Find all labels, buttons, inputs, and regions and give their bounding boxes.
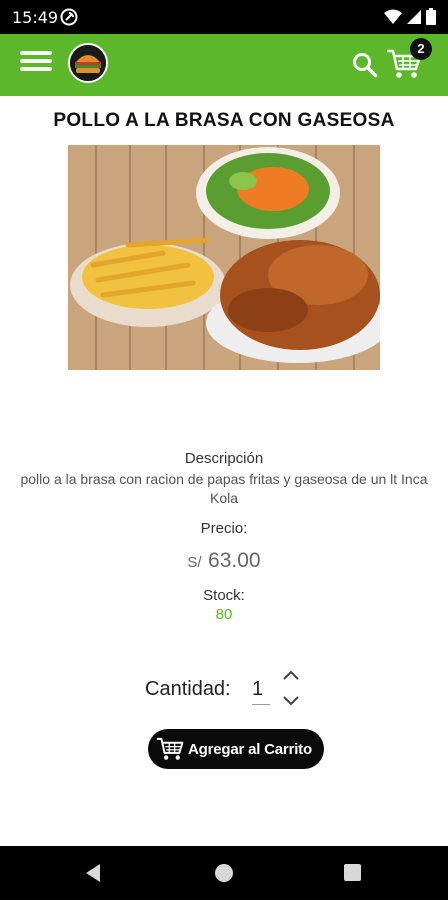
quantity-input[interactable] (252, 675, 270, 705)
price-value: 63.00 (208, 549, 261, 572)
home-icon[interactable] (215, 864, 233, 882)
price: S/ 63.00 (0, 549, 448, 573)
add-to-cart-button[interactable]: Agregar al Carrito (148, 729, 324, 769)
status-bar: 15:49 (0, 0, 448, 34)
stepper-down-icon[interactable] (283, 696, 299, 706)
logo[interactable] (68, 43, 108, 83)
signal-icon (407, 9, 421, 24)
product-title: POLLO A LA BRASA CON GASEOSA (53, 110, 395, 131)
description-text: pollo a la brasa con racion de papas fri… (20, 471, 428, 506)
search-icon[interactable] (352, 52, 378, 78)
recent-apps-icon[interactable] (344, 864, 361, 881)
app-notification-icon (60, 8, 78, 26)
system-nav-bar (0, 846, 448, 900)
stock-value: 80 (215, 606, 233, 623)
back-icon[interactable] (84, 863, 102, 883)
add-to-cart-label: Agregar al Carrito (188, 740, 312, 758)
cart-count-badge: 2 (410, 38, 432, 60)
status-time: 15:49 (12, 8, 59, 27)
description-label: Descripción (184, 450, 264, 467)
app-bar: 2 (0, 34, 448, 96)
price-label: Precio: (200, 520, 248, 537)
cart-button-icon (156, 737, 184, 760)
price-currency: S/ (187, 554, 202, 571)
quantity-label: Cantidad: (145, 678, 231, 700)
status-icons (384, 8, 436, 25)
product-image (68, 145, 380, 370)
menu-icon[interactable] (20, 47, 52, 79)
wifi-icon (384, 9, 402, 24)
stepper-up-icon[interactable] (283, 670, 299, 680)
battery-icon (426, 8, 436, 25)
quantity-stepper[interactable] (281, 668, 301, 708)
stock-label: Stock: (203, 587, 245, 604)
